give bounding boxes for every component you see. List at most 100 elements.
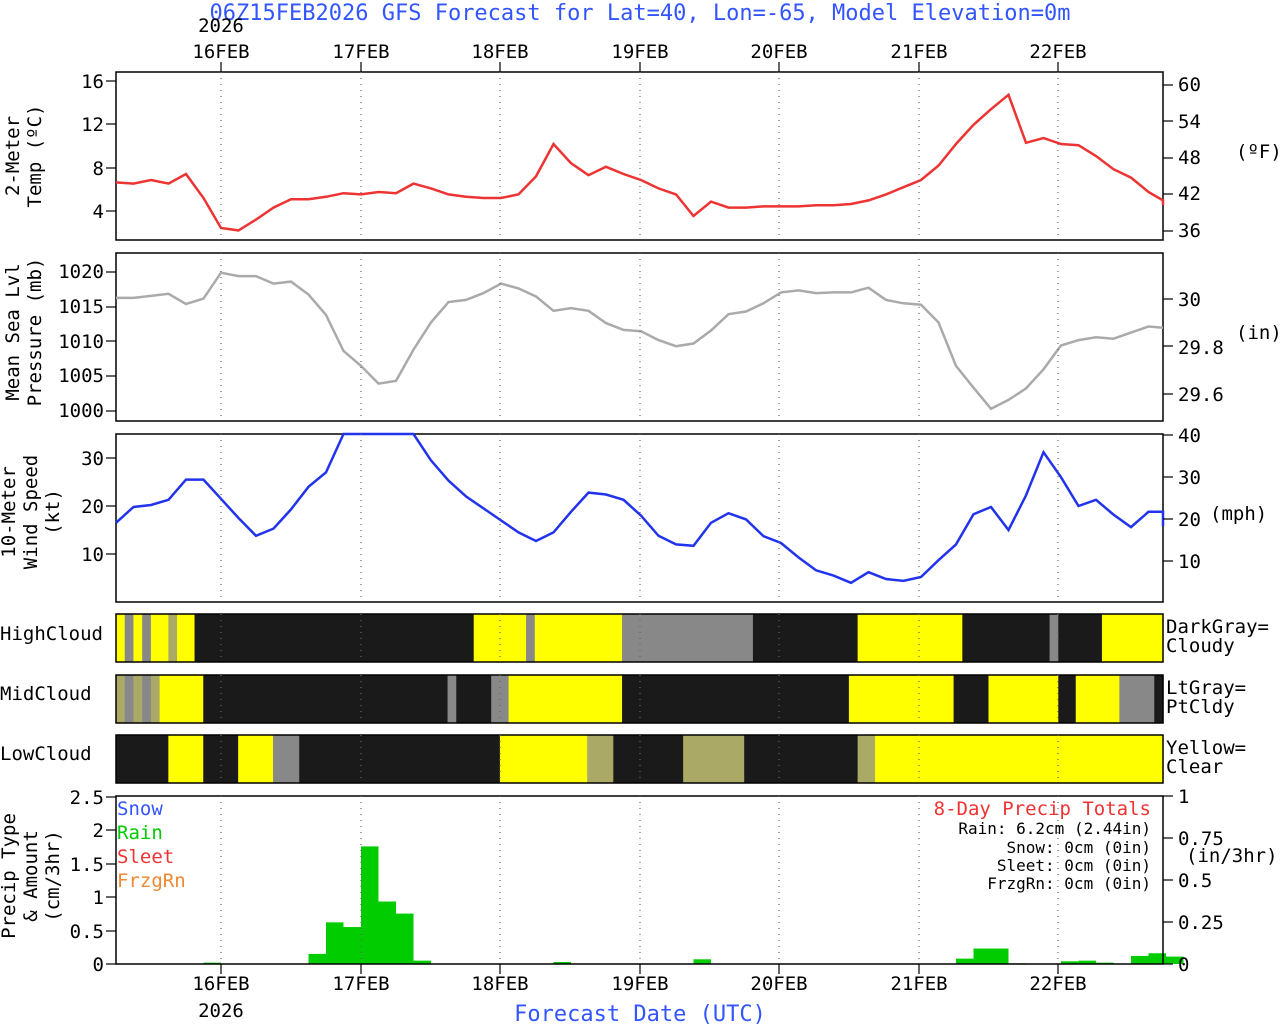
cloud-cell [796,614,806,662]
pressure-right-tick-label: 29.6 [1178,384,1224,406]
precip-left-tick-label: 1.5 [70,854,104,876]
cloud-cell [988,735,998,783]
cloud-cell [116,735,126,783]
cloud-cell [465,735,475,783]
cloud-cell [377,675,388,723]
wind-right-tick-label: 30 [1178,467,1201,489]
cloud-cell [971,675,981,723]
cloud-cell [656,675,667,723]
cloud-cell [142,735,152,783]
cloud-cell [526,735,536,783]
temp-panel: 2-Meter Temp (ºC) 4 8 12 16 36 42 48 54 … [2,71,1280,242]
cloud-cell [962,614,972,662]
cloud-cell [386,735,396,783]
cloud-cell [369,675,379,723]
cloud-legend-dark-meaning: Cloudy [1166,635,1235,657]
precip-right-units: (in/3hr) [1186,845,1278,867]
cloud-cell [342,735,353,783]
cloud-cell [744,614,754,662]
cloud-cell [735,735,745,783]
cloud-cell [927,675,937,723]
cloud-cell [229,675,239,723]
bottom-date-label: 21FEB [890,973,947,995]
cloud-cell [307,735,318,783]
cloud-cell [587,675,597,723]
cloud-cell [238,675,248,723]
cloud-cell [491,735,501,783]
pressure-ylabel-line1: Mean Sea Lvl [2,263,24,400]
cloud-cell [1128,614,1138,662]
cloud-cell [1075,614,1086,662]
pressure-right-units: (in) [1236,322,1280,344]
cloud-cell [822,675,833,723]
wind-panel: 10-Meter Wind Speed (kt) 10 20 30 10 20 … [0,425,1267,603]
cloud-cell [211,735,222,783]
cloud-cell [630,735,641,783]
cloud-cell [1101,735,1112,783]
cloud-cell [848,614,859,662]
cloud-cell [857,614,867,662]
cloud-cell [150,675,161,723]
cloud-cell [194,735,204,783]
cloud-cell [1154,675,1164,723]
precip-bar [378,901,396,964]
cloud-cell [796,675,806,723]
cloud-cell [1084,614,1094,662]
cloud-cell [325,735,335,783]
cloud-cell [438,675,449,723]
cloud-cell [316,614,326,662]
cloud-cell [909,735,920,783]
cloud-cell [613,614,623,662]
cloud-cell [683,614,693,662]
cloud-cell [1128,675,1138,723]
cloud-cell [848,675,859,723]
cloud-cell [718,675,728,723]
cloud-cell [997,675,1007,723]
cloud-cell [177,675,187,723]
cloud-cell [875,675,885,723]
temp-right-units: (ºF) [1236,141,1280,163]
precip-bar [991,948,1009,964]
cloud-cell [779,735,789,783]
bottom-date-labels: 16FEB 17FEB 18FEB 19FEB 20FEB 21FEB 22FE… [192,973,1086,995]
top-date-labels: 16FEB 17FEB 18FEB 19FEB 20FEB 21FEB 22FE… [192,41,1086,63]
cloud-cell [273,735,283,783]
cloud-cell [281,735,292,783]
cloud-cell [447,614,457,662]
cloud-cell [403,675,414,723]
cloud-cell [438,735,449,783]
cloud-cell [482,675,492,723]
cloud-cell [918,614,929,662]
cloud-cell [1101,675,1112,723]
cloud-cell [1067,675,1077,723]
cloud-cell [517,614,527,662]
cloud-cell [805,614,815,662]
cloud-cell [883,735,894,783]
cloud-cell [569,735,580,783]
cloud-cell [805,675,815,723]
mid-cloud-label: MidCloud [0,683,92,705]
cloud-cell [456,675,466,723]
cloud-cell [499,614,510,662]
cloud-cell [438,614,449,662]
cloud-cell [220,614,231,662]
precip-panel: Precip Type & Amount (cm/3hr) 0 0.5 1 1.… [0,786,1278,976]
cloud-cell [752,735,763,783]
bottom-date-label: 16FEB [192,973,249,995]
cloud-cell [482,735,492,783]
cloud-cell [648,675,658,723]
cloud-cell [796,735,806,783]
cloud-cell [264,614,274,662]
cloud-cell [604,675,614,723]
cloud-cell [1136,675,1147,723]
cloud-cell [369,735,379,783]
cloud-cell [177,735,187,783]
cloud-cell [255,614,265,662]
cloud-cell [142,675,152,723]
cloud-cell [1136,614,1147,662]
cloud-cell [159,614,169,662]
cloud-cell [517,675,527,723]
cloud-cell [787,735,798,783]
cloud-cell [342,614,353,662]
cloud-cell [1005,735,1016,783]
